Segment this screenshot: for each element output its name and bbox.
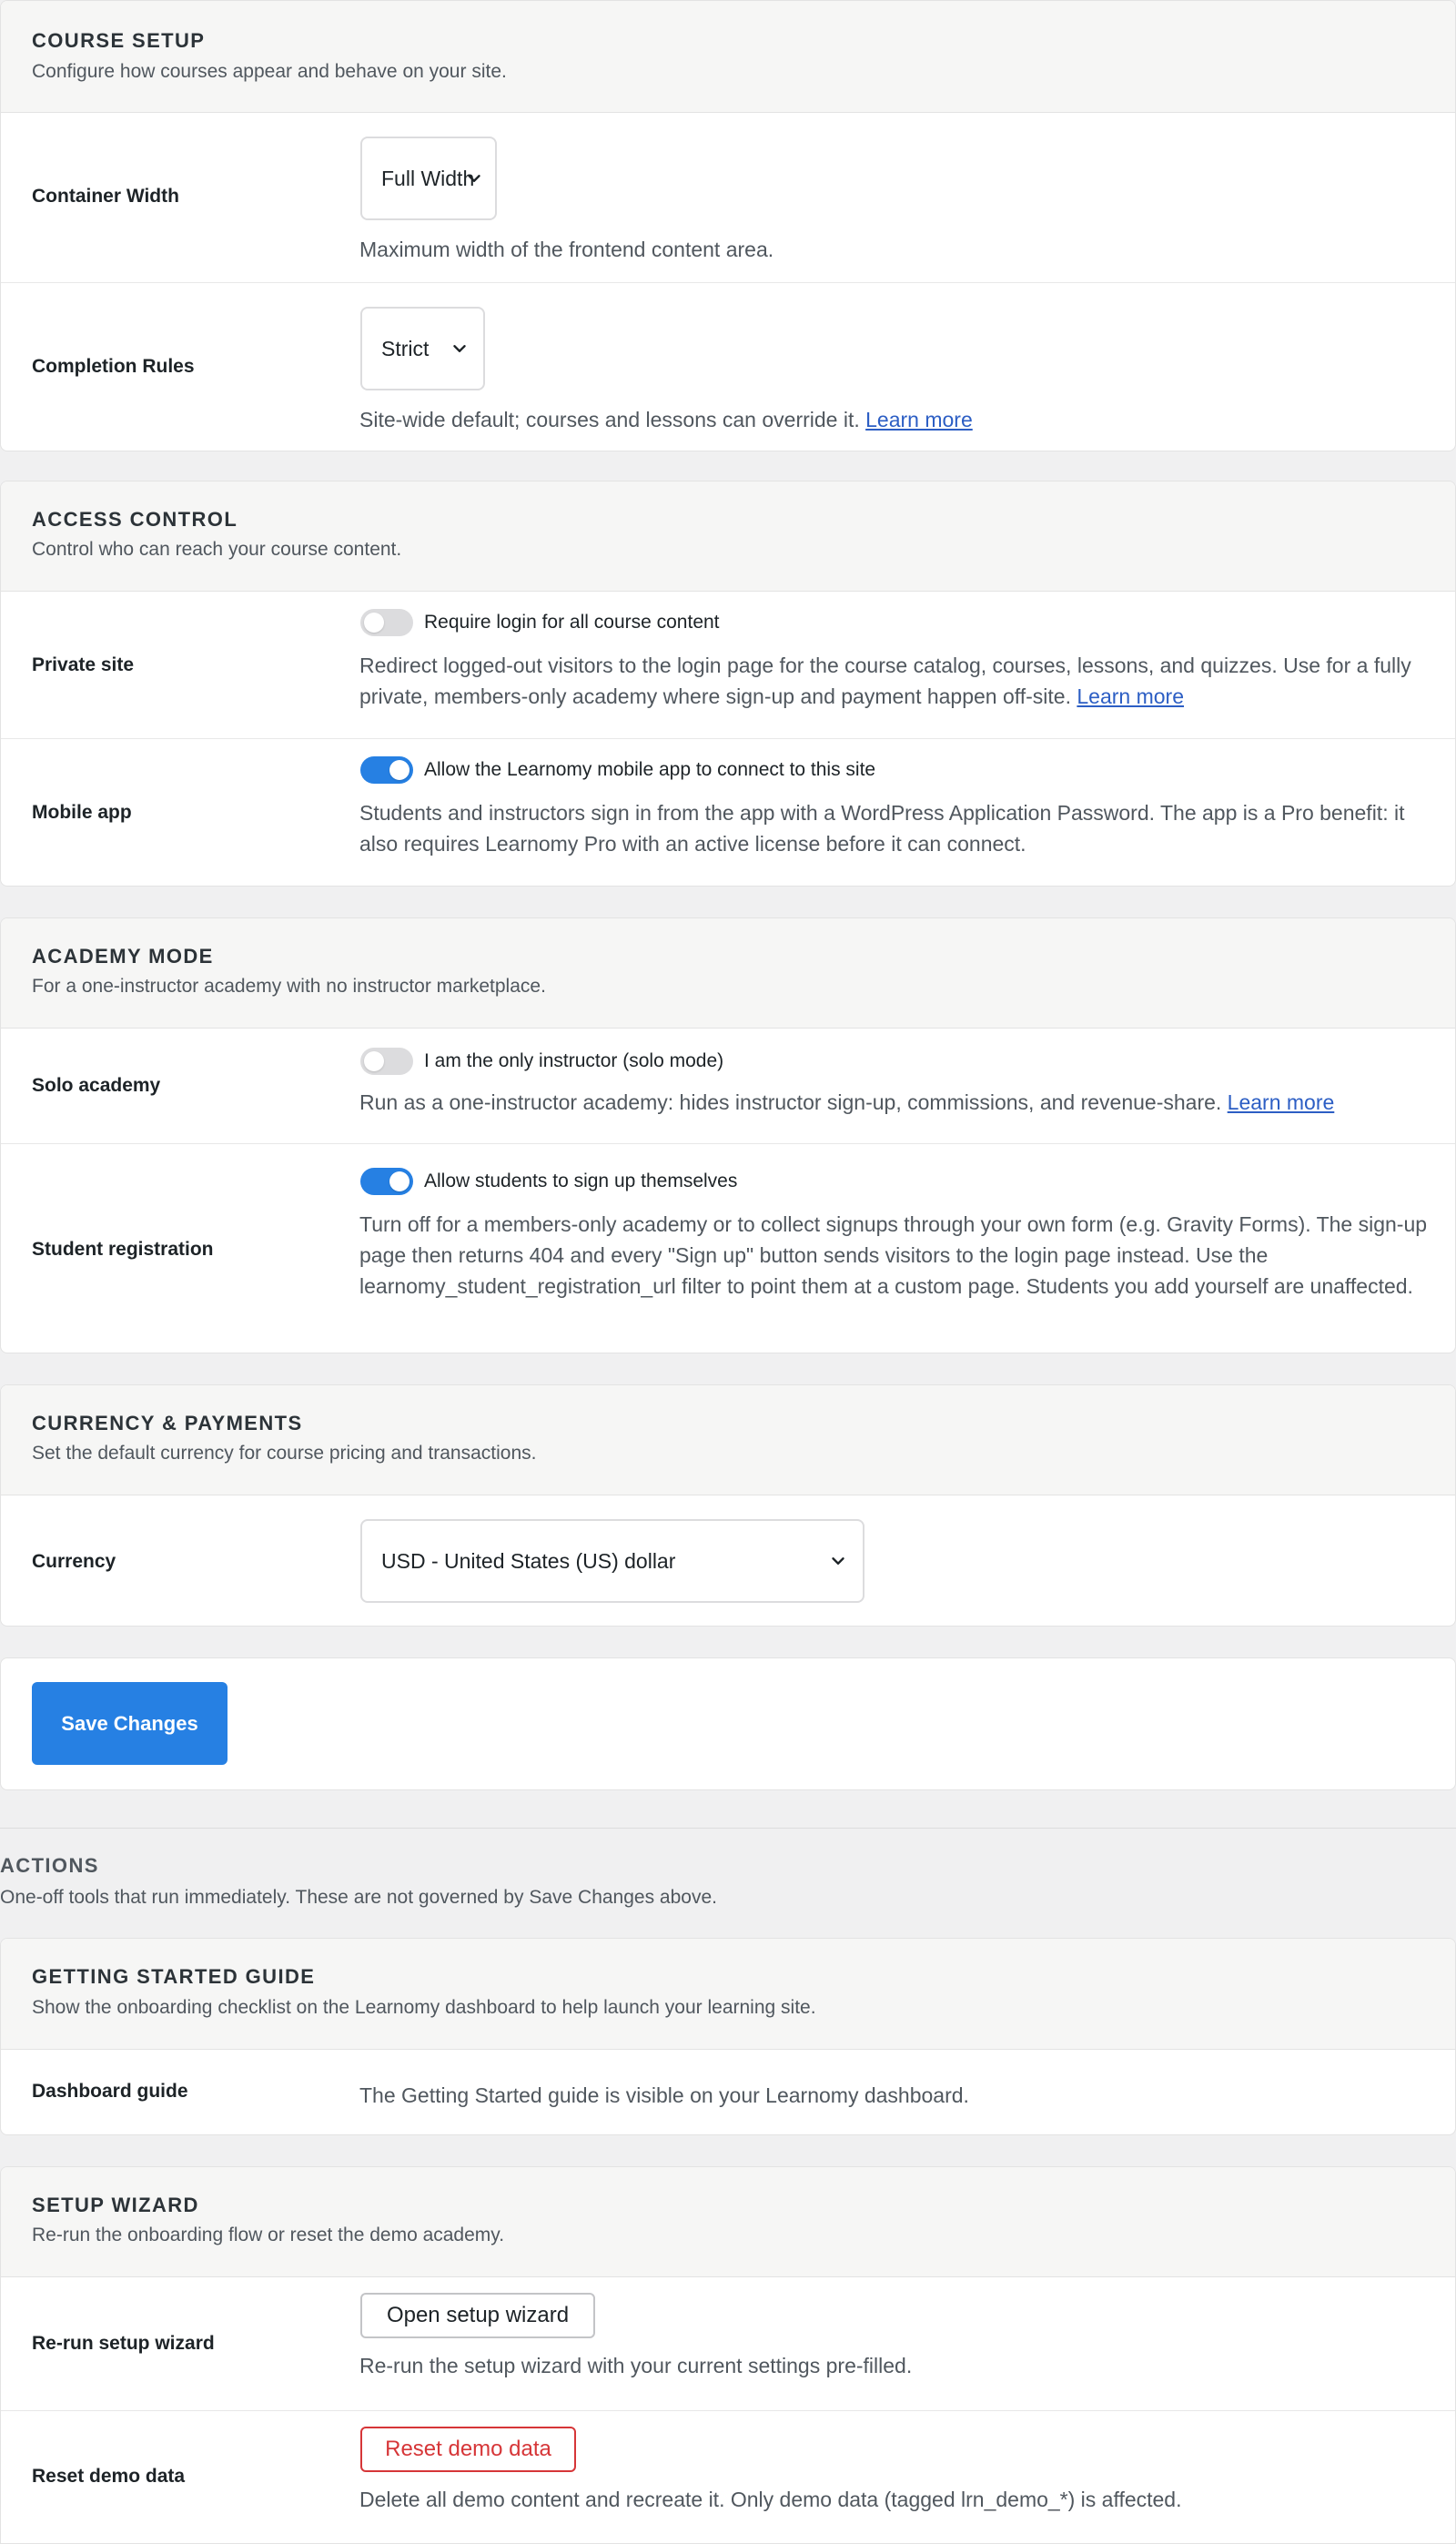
mobile-app-row: Mobile app Allow the Learnomy mobile app…	[1, 739, 1455, 886]
setup-wizard-header: SETUP WIZARD Re-run the onboarding flow …	[1, 2167, 1455, 2277]
mobile-app-toggle-label: Allow the Learnomy mobile app to connect…	[424, 759, 876, 780]
chevron-down-icon	[832, 1557, 844, 1565]
completion-rules-select[interactable]: Strict	[360, 307, 485, 390]
actions-description: One-off tools that run immediately. Thes…	[0, 1887, 717, 1908]
solo-academy-learn-more-link[interactable]: Learn more	[1228, 1090, 1335, 1114]
setup-wizard-description: Re-run the onboarding flow or reset the …	[32, 2225, 505, 2245]
reset-demo-label: Reset demo data	[32, 2466, 186, 2487]
save-card: Save Changes	[0, 1657, 1456, 1790]
reset-demo-data-button[interactable]: Reset demo data	[360, 2427, 576, 2472]
container-width-select[interactable]: Full Width	[360, 137, 497, 220]
student-registration-toggle-label: Allow students to sign up themselves	[424, 1171, 738, 1191]
toggle-knob	[389, 760, 410, 780]
container-width-label: Container Width	[32, 186, 179, 207]
currency-row: Currency USD - United States (US) dollar	[1, 1495, 1455, 1626]
currency-label: Currency	[32, 1551, 116, 1572]
mobile-app-help: Students and instructors sign in from th…	[359, 801, 1405, 856]
private-site-help: Redirect logged-out visitors to the logi…	[359, 650, 1433, 712]
completion-rules-row: Completion Rules Strict Site-wide defaul…	[1, 283, 1455, 451]
course-setup-description: Configure how courses appear and behave …	[32, 61, 507, 82]
getting-started-description: Show the onboarding checklist on the Lea…	[32, 1997, 816, 2018]
access-control-header: ACCESS CONTROL Control who can reach you…	[1, 481, 1455, 592]
solo-academy-toggle-label: I am the only instructor (solo mode)	[424, 1050, 724, 1071]
toggle-knob	[364, 1051, 384, 1071]
course-setup-card: COURSE SETUP Configure how courses appea…	[0, 0, 1456, 451]
private-site-learn-more-link[interactable]: Learn more	[1077, 684, 1184, 708]
academy-mode-title: ACADEMY MODE	[32, 945, 214, 968]
setup-wizard-title: SETUP WIZARD	[32, 2194, 199, 2216]
mobile-app-toggle[interactable]	[360, 756, 413, 784]
academy-mode-header: ACADEMY MODE For a one-instructor academ…	[1, 918, 1455, 1029]
dashboard-guide-row: Dashboard guide The Getting Started guid…	[1, 2050, 1455, 2134]
private-site-label: Private site	[32, 654, 135, 675]
container-width-value: Full Width	[381, 166, 475, 190]
completion-rules-learn-more-link[interactable]: Learn more	[865, 408, 973, 431]
course-setup-header: COURSE SETUP Configure how courses appea…	[1, 1, 1455, 113]
completion-rules-label: Completion Rules	[32, 356, 195, 377]
getting-started-card: GETTING STARTED GUIDE Show the onboardin…	[0, 1938, 1456, 2135]
student-registration-toggle-line: Allow students to sign up themselves	[360, 1168, 737, 1195]
access-control-title: ACCESS CONTROL	[32, 508, 238, 531]
toggle-knob	[364, 613, 384, 633]
chevron-down-icon	[468, 175, 480, 182]
student-registration-label: Student registration	[32, 1239, 214, 1260]
actions-title: ACTIONS	[0, 1854, 99, 1877]
private-site-toggle-line: Require login for all course content	[360, 609, 720, 636]
mobile-app-label: Mobile app	[32, 802, 132, 823]
setup-wizard-card: SETUP WIZARD Re-run the onboarding flow …	[0, 2166, 1456, 2544]
student-registration-help: Turn off for a members-only academy or t…	[359, 1212, 1428, 1298]
student-registration-toggle[interactable]	[360, 1168, 413, 1195]
container-width-help: Maximum width of the frontend content ar…	[359, 238, 774, 261]
private-site-toggle[interactable]	[360, 609, 413, 636]
solo-academy-help: Run as a one-instructor academy: hides i…	[359, 1087, 1433, 1118]
toggle-knob	[389, 1171, 410, 1191]
completion-rules-help-text: Site-wide default; courses and lessons c…	[359, 408, 860, 431]
completion-rules-help: Site-wide default; courses and lessons c…	[359, 404, 1433, 435]
solo-academy-label: Solo academy	[32, 1075, 161, 1096]
rerun-wizard-help: Re-run the setup wizard with your curren…	[359, 2354, 913, 2377]
private-site-toggle-label: Require login for all course content	[424, 612, 720, 633]
currency-payments-card: CURRENCY & PAYMENTS Set the default curr…	[0, 1384, 1456, 1627]
dashboard-guide-status: The Getting Started guide is visible on …	[359, 2083, 969, 2107]
save-changes-button[interactable]: Save Changes	[32, 1682, 228, 1765]
access-control-description: Control who can reach your course conten…	[32, 539, 402, 560]
rerun-wizard-label: Re-run setup wizard	[32, 2333, 215, 2354]
currency-payments-header: CURRENCY & PAYMENTS Set the default curr…	[1, 1385, 1455, 1495]
getting-started-header: GETTING STARTED GUIDE Show the onboardin…	[1, 1939, 1455, 2050]
solo-academy-help-text: Run as a one-instructor academy: hides i…	[359, 1090, 1222, 1114]
reset-demo-row: Reset demo data Reset demo data Delete a…	[1, 2411, 1455, 2543]
currency-value: USD - United States (US) dollar	[381, 1548, 676, 1573]
academy-mode-card: ACADEMY MODE For a one-instructor academ…	[0, 917, 1456, 1353]
dashboard-guide-label: Dashboard guide	[32, 2081, 188, 2102]
private-site-row: Private site Require login for all cours…	[1, 592, 1455, 739]
currency-select[interactable]: USD - United States (US) dollar	[360, 1519, 864, 1603]
reset-demo-help: Delete all demo content and recreate it.…	[359, 2488, 1182, 2511]
mobile-app-toggle-line: Allow the Learnomy mobile app to connect…	[360, 756, 875, 784]
solo-academy-toggle-line: I am the only instructor (solo mode)	[360, 1048, 723, 1075]
course-setup-title: COURSE SETUP	[32, 29, 206, 52]
rerun-wizard-row: Re-run setup wizard Open setup wizard Re…	[1, 2277, 1455, 2411]
student-registration-row: Student registration Allow students to s…	[1, 1144, 1455, 1353]
container-width-row: Container Width Full Width Maximum width…	[1, 113, 1455, 283]
access-control-card: ACCESS CONTROL Control who can reach you…	[0, 481, 1456, 887]
private-site-help-text: Redirect logged-out visitors to the logi…	[359, 654, 1411, 708]
academy-mode-description: For a one-instructor academy with no ins…	[32, 976, 546, 997]
chevron-down-icon	[453, 345, 466, 352]
solo-academy-row: Solo academy I am the only instructor (s…	[1, 1029, 1455, 1144]
completion-rules-value: Strict	[381, 336, 430, 360]
solo-academy-toggle[interactable]	[360, 1048, 413, 1075]
open-setup-wizard-button[interactable]: Open setup wizard	[360, 2293, 595, 2338]
getting-started-title: GETTING STARTED GUIDE	[32, 1965, 316, 1988]
currency-payments-description: Set the default currency for course pric…	[32, 1443, 537, 1464]
actions-divider	[0, 1828, 1456, 1829]
currency-payments-title: CURRENCY & PAYMENTS	[32, 1412, 303, 1434]
